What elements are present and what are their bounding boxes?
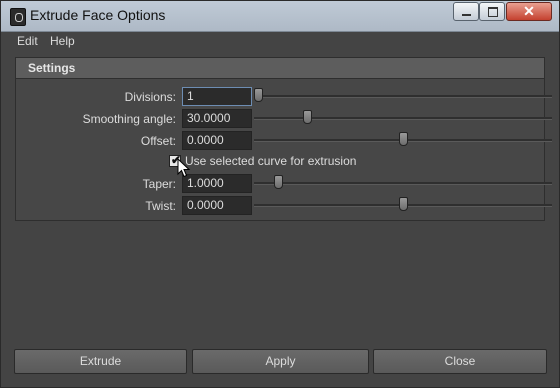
close-button[interactable]: Close bbox=[373, 349, 547, 374]
extrude-button[interactable]: Extrude bbox=[14, 349, 187, 374]
offset-slider-thumb[interactable] bbox=[399, 132, 408, 146]
settings-header[interactable]: Settings bbox=[16, 58, 544, 79]
taper-slider-track bbox=[254, 182, 552, 185]
twist-label: Twist: bbox=[145, 199, 176, 213]
taper-label: Taper: bbox=[142, 177, 176, 191]
divisions-slider-thumb[interactable] bbox=[254, 88, 263, 102]
taper-field[interactable]: 1.0000 bbox=[182, 174, 252, 193]
offset-field[interactable]: 0.0000 bbox=[182, 131, 252, 150]
twist-slider[interactable] bbox=[254, 195, 552, 215]
maximize-icon bbox=[488, 7, 498, 17]
title-bar[interactable]: Extrude Face Options ✕ bbox=[1, 1, 559, 32]
menu-help[interactable]: Help bbox=[50, 34, 75, 48]
smoothing-angle-label: Smoothing angle: bbox=[82, 112, 176, 126]
smoothing-angle-slider[interactable] bbox=[254, 108, 552, 128]
divisions-field[interactable]: 1 bbox=[182, 87, 252, 106]
divisions-slider-track bbox=[254, 95, 552, 98]
minimize-icon bbox=[462, 14, 471, 16]
twist-slider-thumb[interactable] bbox=[399, 197, 408, 211]
close-icon: ✕ bbox=[523, 3, 535, 19]
settings-frame: Settings Divisions: 1 Smoothing angle: 3… bbox=[15, 57, 552, 221]
window-title: Extrude Face Options bbox=[30, 7, 166, 23]
settings-title: Settings bbox=[28, 61, 76, 75]
smoothing-angle-slider-thumb[interactable] bbox=[303, 110, 312, 124]
smoothing-angle-slider-track bbox=[254, 117, 552, 120]
smoothing-angle-field[interactable]: 30.0000 bbox=[182, 109, 252, 128]
minimize-button[interactable] bbox=[453, 2, 479, 21]
offset-slider[interactable] bbox=[254, 130, 552, 150]
close-window-button[interactable]: ✕ bbox=[506, 2, 552, 21]
divisions-slider[interactable] bbox=[254, 86, 552, 106]
menu-edit[interactable]: Edit bbox=[17, 34, 38, 48]
offset-label: Offset: bbox=[140, 134, 176, 148]
maya-app-icon bbox=[10, 8, 26, 26]
apply-button[interactable]: Apply bbox=[192, 349, 369, 374]
taper-slider[interactable] bbox=[254, 173, 552, 193]
taper-slider-thumb[interactable] bbox=[274, 175, 283, 189]
use-selected-curve-label: Use selected curve for extrusion bbox=[185, 154, 357, 168]
twist-field[interactable]: 0.0000 bbox=[182, 196, 252, 215]
divisions-label: Divisions: bbox=[124, 90, 176, 104]
maximize-button[interactable] bbox=[479, 2, 505, 21]
mouse-cursor-icon bbox=[177, 158, 191, 178]
extrude-face-options-window: Extrude Face Options ✕ Edit Help Setting… bbox=[0, 0, 560, 388]
